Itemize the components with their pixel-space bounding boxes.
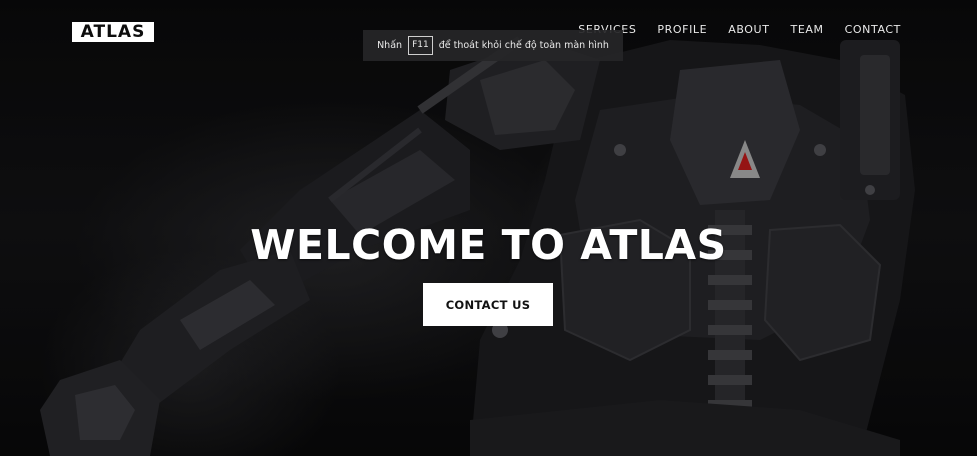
contact-us-button[interactable]: CONTACT US — [423, 283, 553, 326]
f11-key-badge: F11 — [408, 36, 433, 55]
fullscreen-notice-prefix: Nhấn — [377, 40, 403, 51]
fullscreen-exit-notice: Nhấn F11 để thoát khỏi chế độ toàn màn h… — [363, 30, 623, 61]
site-logo[interactable]: ATLAS — [72, 22, 154, 42]
logo-text: ATLAS — [80, 22, 146, 42]
nav-item-contact[interactable]: CONTACT — [845, 22, 901, 38]
nav-item-team[interactable]: TEAM — [791, 22, 824, 38]
hero-headline: WELCOME TO ATLAS — [250, 221, 727, 270]
fullscreen-notice-suffix: để thoát khỏi chế độ toàn màn hình — [438, 40, 609, 51]
nav-item-about[interactable]: ABOUT — [728, 22, 769, 38]
nav-item-profile[interactable]: PROFILE — [657, 22, 707, 38]
main-nav: SERVICES PROFILE ABOUT TEAM CONTACT — [578, 22, 901, 38]
